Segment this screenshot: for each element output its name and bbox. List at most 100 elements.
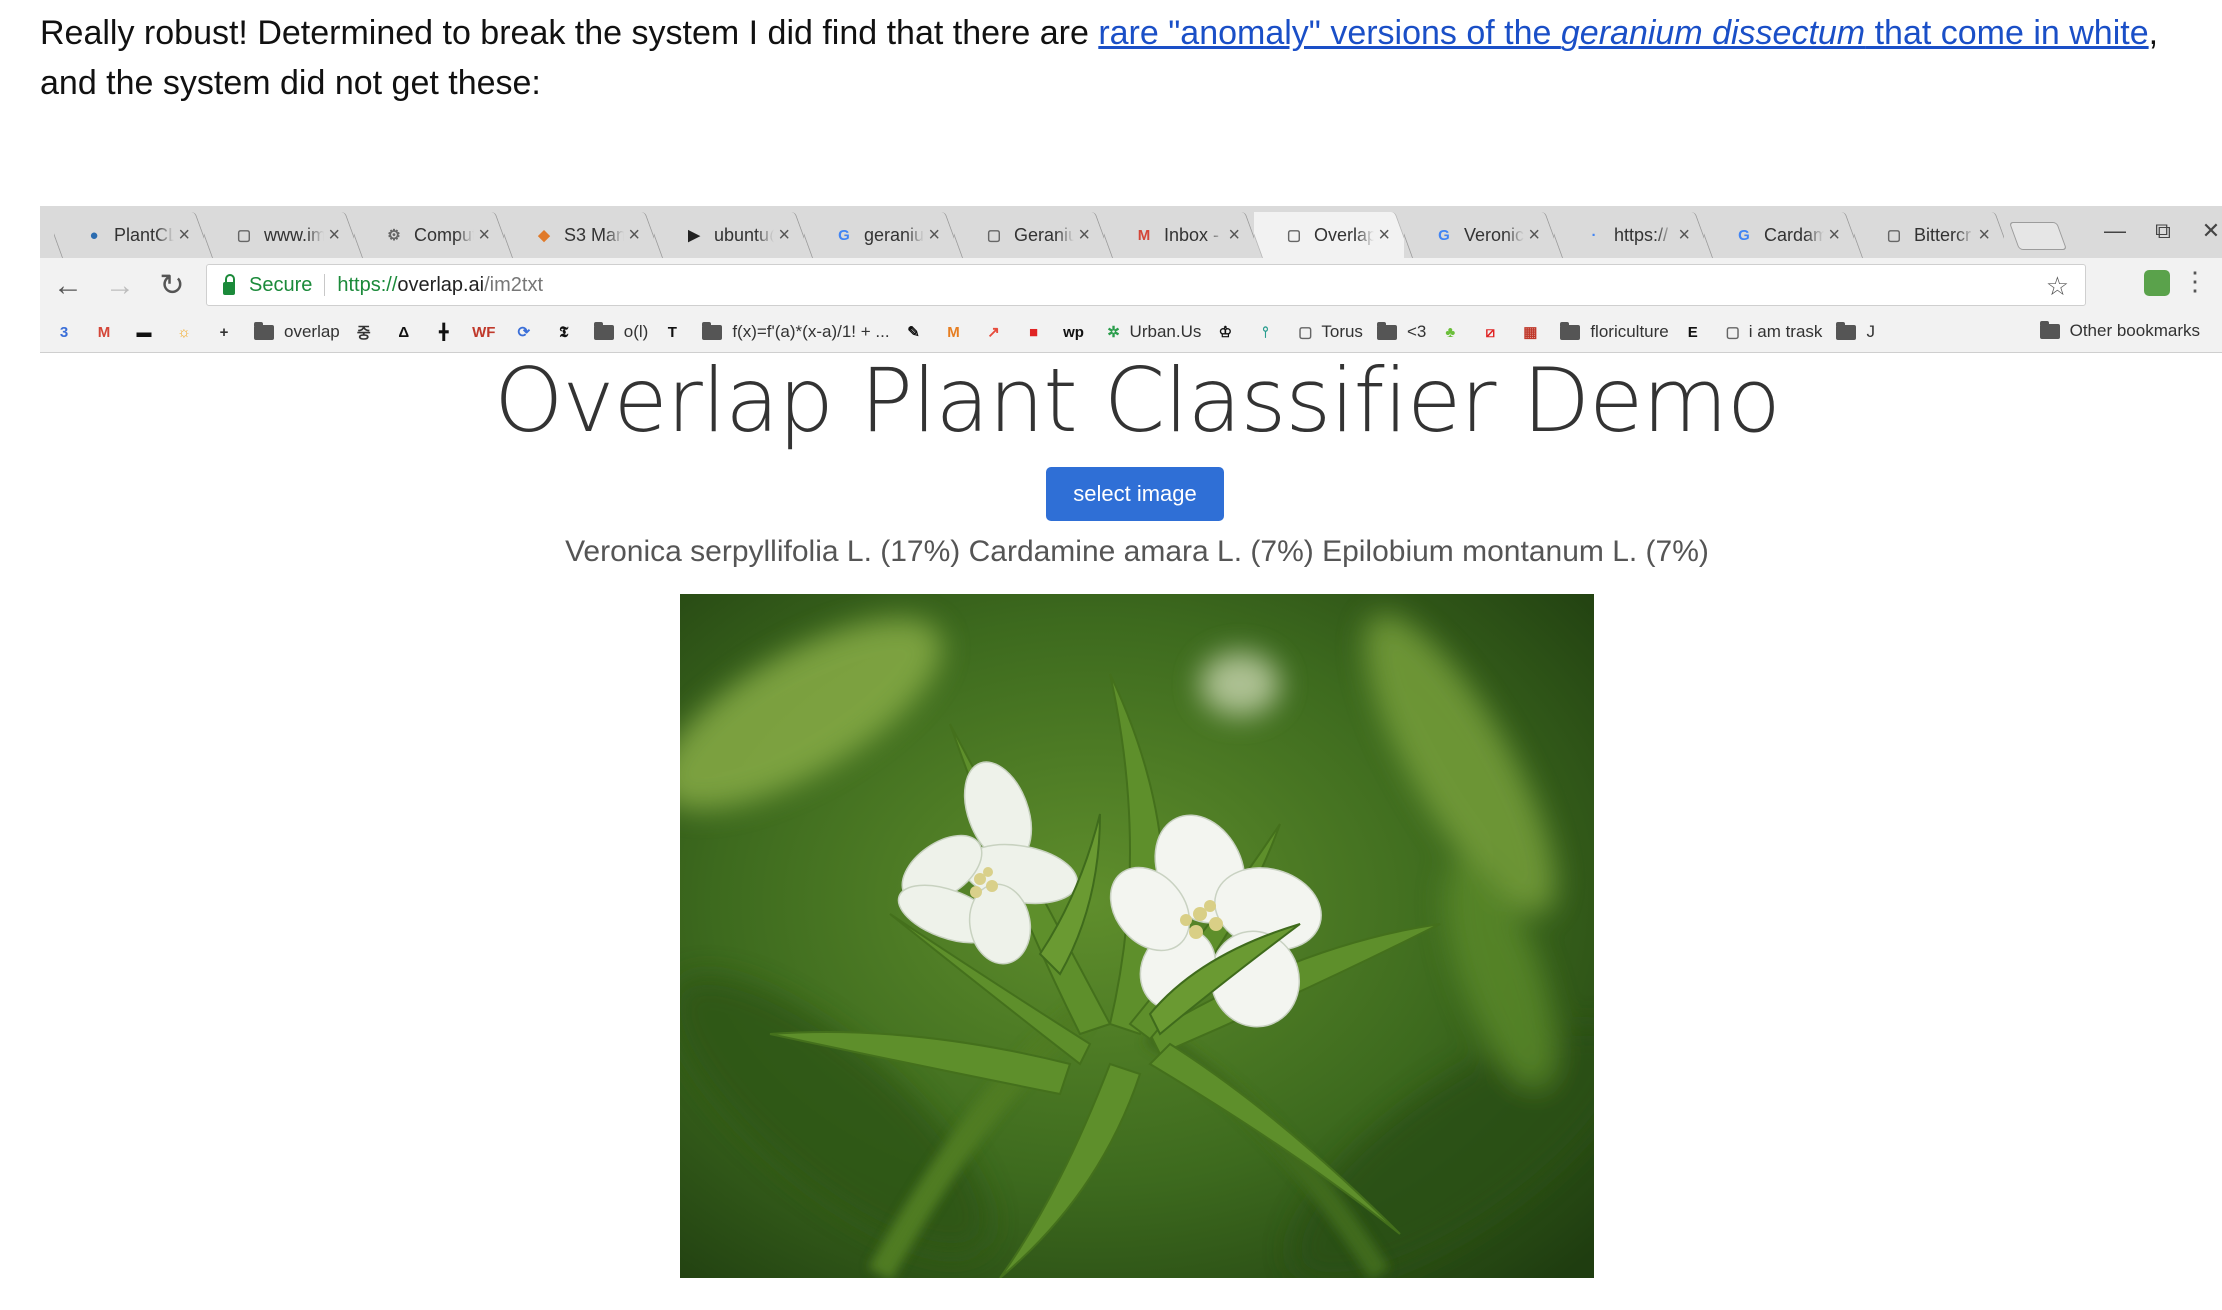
- bookmark-item[interactable]: E: [1683, 322, 1709, 342]
- bookmark-item[interactable]: WF: [472, 322, 500, 342]
- bookmark-item[interactable]: floriculture: [1560, 321, 1669, 342]
- chart-icon: ↗: [987, 324, 1000, 341]
- tab-title: geranium: [864, 224, 925, 245]
- bookmark-item[interactable]: +: [214, 322, 240, 342]
- forward-icon[interactable]: →: [100, 266, 140, 306]
- other-bookmarks[interactable]: Other bookmarks: [2039, 320, 2200, 341]
- minimize-icon[interactable]: —: [2104, 218, 2126, 244]
- bookmark-item[interactable]: ╋: [434, 322, 460, 342]
- bookmark-item[interactable]: ♔: [1215, 322, 1241, 342]
- tab[interactable]: ▢ Overlap ×: [1254, 212, 1404, 258]
- aws-s3-icon: ◆: [538, 227, 550, 244]
- tab[interactable]: ▢ Bittercr ×: [1854, 212, 2004, 258]
- tab[interactable]: G Cardam ×: [1704, 212, 1854, 258]
- select-image-button[interactable]: select image: [1046, 467, 1224, 521]
- m-icon: M: [947, 323, 960, 341]
- menu-icon[interactable]: ⋮: [2182, 266, 2208, 297]
- tab[interactable]: · https:// ×: [1554, 212, 1704, 258]
- anomaly-link[interactable]: rare "anomaly" versions of the geranium …: [1098, 14, 2148, 52]
- new-tab-button[interactable]: [2008, 222, 2068, 250]
- address-bar[interactable]: Secure https://overlap.ai/im2txt ☆: [206, 264, 2086, 306]
- bookmark-item[interactable]: Δ: [394, 322, 420, 342]
- wf-icon: WF: [472, 323, 496, 341]
- close-tab-icon[interactable]: ×: [1378, 224, 1390, 247]
- close-tab-icon[interactable]: ×: [178, 224, 190, 247]
- restore-icon[interactable]: ⧉: [2152, 218, 2174, 244]
- bookmark-item[interactable]: ✎: [904, 322, 930, 342]
- bookmark-item[interactable]: ■: [1024, 322, 1050, 342]
- gmail-icon: M: [97, 323, 111, 341]
- bookmark-item[interactable]: ▢ i am trask: [1723, 322, 1823, 342]
- classification-result: Veronica serpyllifolia L. (17%) Cardamin…: [565, 535, 1709, 568]
- tab-title: https://: [1614, 224, 1669, 245]
- sun-icon: ☼: [177, 323, 191, 341]
- bookmark-star-icon[interactable]: ☆: [2046, 271, 2069, 302]
- bookmark-item[interactable]: ▦: [1520, 322, 1546, 342]
- bookmark-item[interactable]: o(l): [593, 321, 648, 342]
- close-window-icon[interactable]: ✕: [2200, 218, 2222, 244]
- folder-icon: [254, 321, 274, 340]
- bookmark-item[interactable]: M: [944, 322, 970, 342]
- bookmark-item[interactable]: ⟳: [514, 322, 540, 342]
- page-content: Overlap Plant Classifier Demo select ima…: [40, 349, 2222, 1310]
- page-icon: ▢: [236, 227, 252, 244]
- bookmark-item[interactable]: ↗: [984, 322, 1010, 342]
- tab-title: Inbox - l: [1164, 224, 1225, 245]
- bookmark-item[interactable]: wp: [1063, 322, 1090, 342]
- bookmarks-bar: 3 M ▬ ☼ + overlap 중 Δ ╋ WF ⟳ 𝕿o(l) Tf(x)=f'(a)*(x-a)…: [40, 312, 2222, 353]
- slash-icon: ⧄: [1485, 323, 1496, 341]
- bookmark-item[interactable]: ▢ Torus: [1295, 322, 1363, 342]
- bookmark-item[interactable]: f(x)=f'(a)*(x-a)/1! + ...: [702, 321, 890, 342]
- close-tab-icon[interactable]: ×: [1228, 224, 1240, 247]
- close-tab-icon[interactable]: ×: [478, 224, 490, 247]
- bookmark-item[interactable]: ☼: [174, 322, 200, 342]
- tab[interactable]: G Veronica×: [1404, 212, 1554, 258]
- close-tab-icon[interactable]: ×: [1828, 224, 1840, 247]
- bookmark-item[interactable]: J: [1836, 321, 1875, 342]
- tab[interactable]: M Inbox - l ×: [1104, 212, 1254, 258]
- close-tab-icon[interactable]: ×: [328, 224, 340, 247]
- tab[interactable]: ◆ S3 Man ×: [504, 212, 654, 258]
- page-icon: ▢: [1286, 227, 1302, 244]
- folder-icon: [702, 321, 723, 340]
- bookmark-item[interactable]: M: [94, 322, 120, 342]
- close-tab-icon[interactable]: ×: [1978, 224, 1990, 247]
- page-icon: ▢: [1886, 227, 1902, 244]
- close-tab-icon[interactable]: ×: [1078, 224, 1090, 247]
- bookmark-item[interactable]: T: [662, 322, 688, 342]
- extension-icon[interactable]: [2144, 270, 2170, 296]
- back-icon[interactable]: ←: [48, 266, 88, 306]
- page-icon: ▢: [1298, 324, 1313, 341]
- tab[interactable]: ▢ www.im ×: [204, 212, 354, 258]
- bookmark-item[interactable]: 𝕿: [554, 322, 580, 342]
- bookmark-item[interactable]: overlap: [254, 321, 340, 342]
- bookmark-item[interactable]: ✲ Urban.Us: [1104, 322, 1201, 342]
- bookmark-label: i am trask: [1748, 322, 1823, 341]
- nyt-icon: 𝕿: [559, 323, 569, 341]
- close-tab-icon[interactable]: ×: [1528, 224, 1540, 247]
- bookmark-item[interactable]: ▬: [134, 322, 160, 342]
- close-tab-icon[interactable]: ×: [778, 224, 790, 247]
- tab[interactable]: ● PlantCL ×: [54, 212, 204, 258]
- bookmark-item[interactable]: 중: [354, 322, 380, 342]
- calendar-icon: 3: [59, 323, 69, 341]
- other-bookmarks-label: Other bookmarks: [2069, 321, 2200, 340]
- browser-window: ● PlantCL × ▢ www.im × ⚙ Comput × ◆ S3 Man × ▶ ubuntu…: [40, 206, 2222, 1310]
- tab[interactable]: ▶ ubuntu@×: [654, 212, 804, 258]
- tab[interactable]: ⚙ Comput ×: [354, 212, 504, 258]
- omnibox-separator: [324, 274, 326, 296]
- tab-title: Comput: [414, 224, 475, 245]
- close-tab-icon[interactable]: ×: [1678, 224, 1690, 247]
- tab[interactable]: ▢ Geranium×: [954, 212, 1104, 258]
- reload-icon[interactable]: ↻: [152, 266, 192, 306]
- close-tab-icon[interactable]: ×: [628, 224, 640, 247]
- bookmark-item[interactable]: 3: [54, 322, 80, 342]
- bookmark-item[interactable]: ⫯: [1255, 322, 1281, 342]
- bookmark-item[interactable]: ⧄: [1480, 322, 1506, 342]
- plant-photo: [680, 594, 1594, 1278]
- close-tab-icon[interactable]: ×: [928, 224, 940, 247]
- bookmark-item[interactable]: <3: [1376, 321, 1426, 342]
- tab[interactable]: Ggeranium×: [804, 212, 954, 258]
- google-icon: G: [1438, 226, 1450, 244]
- bookmark-item[interactable]: ♣: [1440, 322, 1466, 342]
